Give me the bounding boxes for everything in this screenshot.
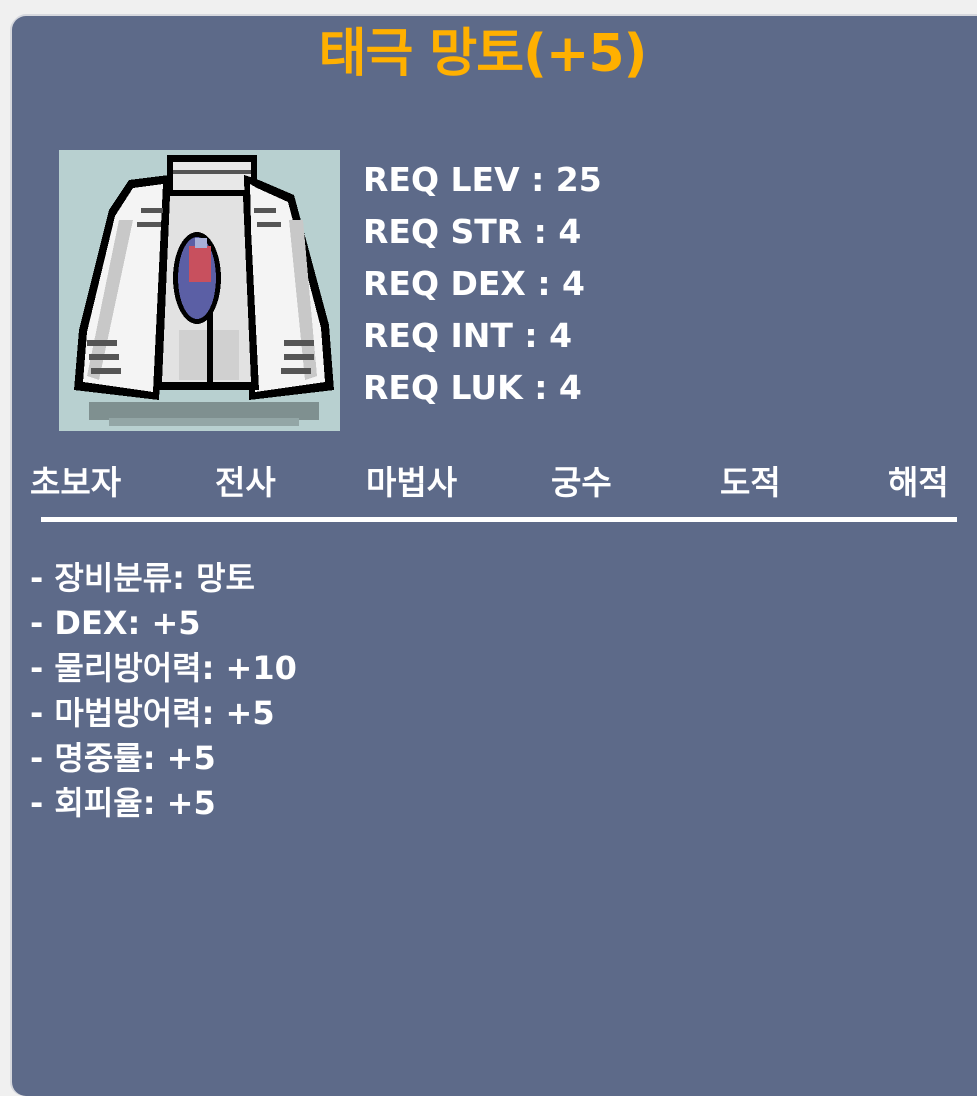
requirements-list: REQ LEV : 25 REQ STR : 4 REQ DEX : 4 REQ… (363, 154, 602, 414)
stat-physical-defense: - 물리방어력: +10 (30, 649, 297, 687)
stat-category: - 장비분류: 망토 (30, 559, 255, 597)
req-level: REQ LEV : 25 (363, 160, 602, 199)
stats-list: - 장비분류: 망토 - DEX: +5 - 물리방어력: +10 - 마법방어… (30, 556, 297, 826)
job-warrior: 전사 (215, 463, 276, 502)
job-list: 초보자 전사 마법사 궁수 도적 해적 (0, 458, 977, 508)
req-str: REQ STR : 4 (363, 212, 582, 251)
req-luk: REQ LUK : 4 (363, 368, 582, 407)
req-dex: REQ DEX : 4 (363, 264, 586, 303)
job-archer: 궁수 (551, 463, 612, 502)
white-cape-icon (74, 155, 334, 426)
job-magician: 마법사 (366, 463, 458, 502)
divider (41, 517, 957, 522)
stat-accuracy: - 명중률: +5 (30, 739, 216, 777)
stat-dex: - DEX: +5 (30, 604, 201, 642)
stat-avoidability: - 회피율: +5 (30, 784, 216, 822)
job-pirate: 해적 (888, 463, 949, 502)
item-image (59, 150, 340, 431)
req-int: REQ INT : 4 (363, 316, 573, 355)
job-thief: 도적 (720, 463, 781, 502)
job-beginner: 초보자 (30, 463, 122, 502)
item-name: 태극 망토(+5) (318, 24, 648, 84)
stat-magic-defense: - 마법방어력: +5 (30, 694, 275, 732)
